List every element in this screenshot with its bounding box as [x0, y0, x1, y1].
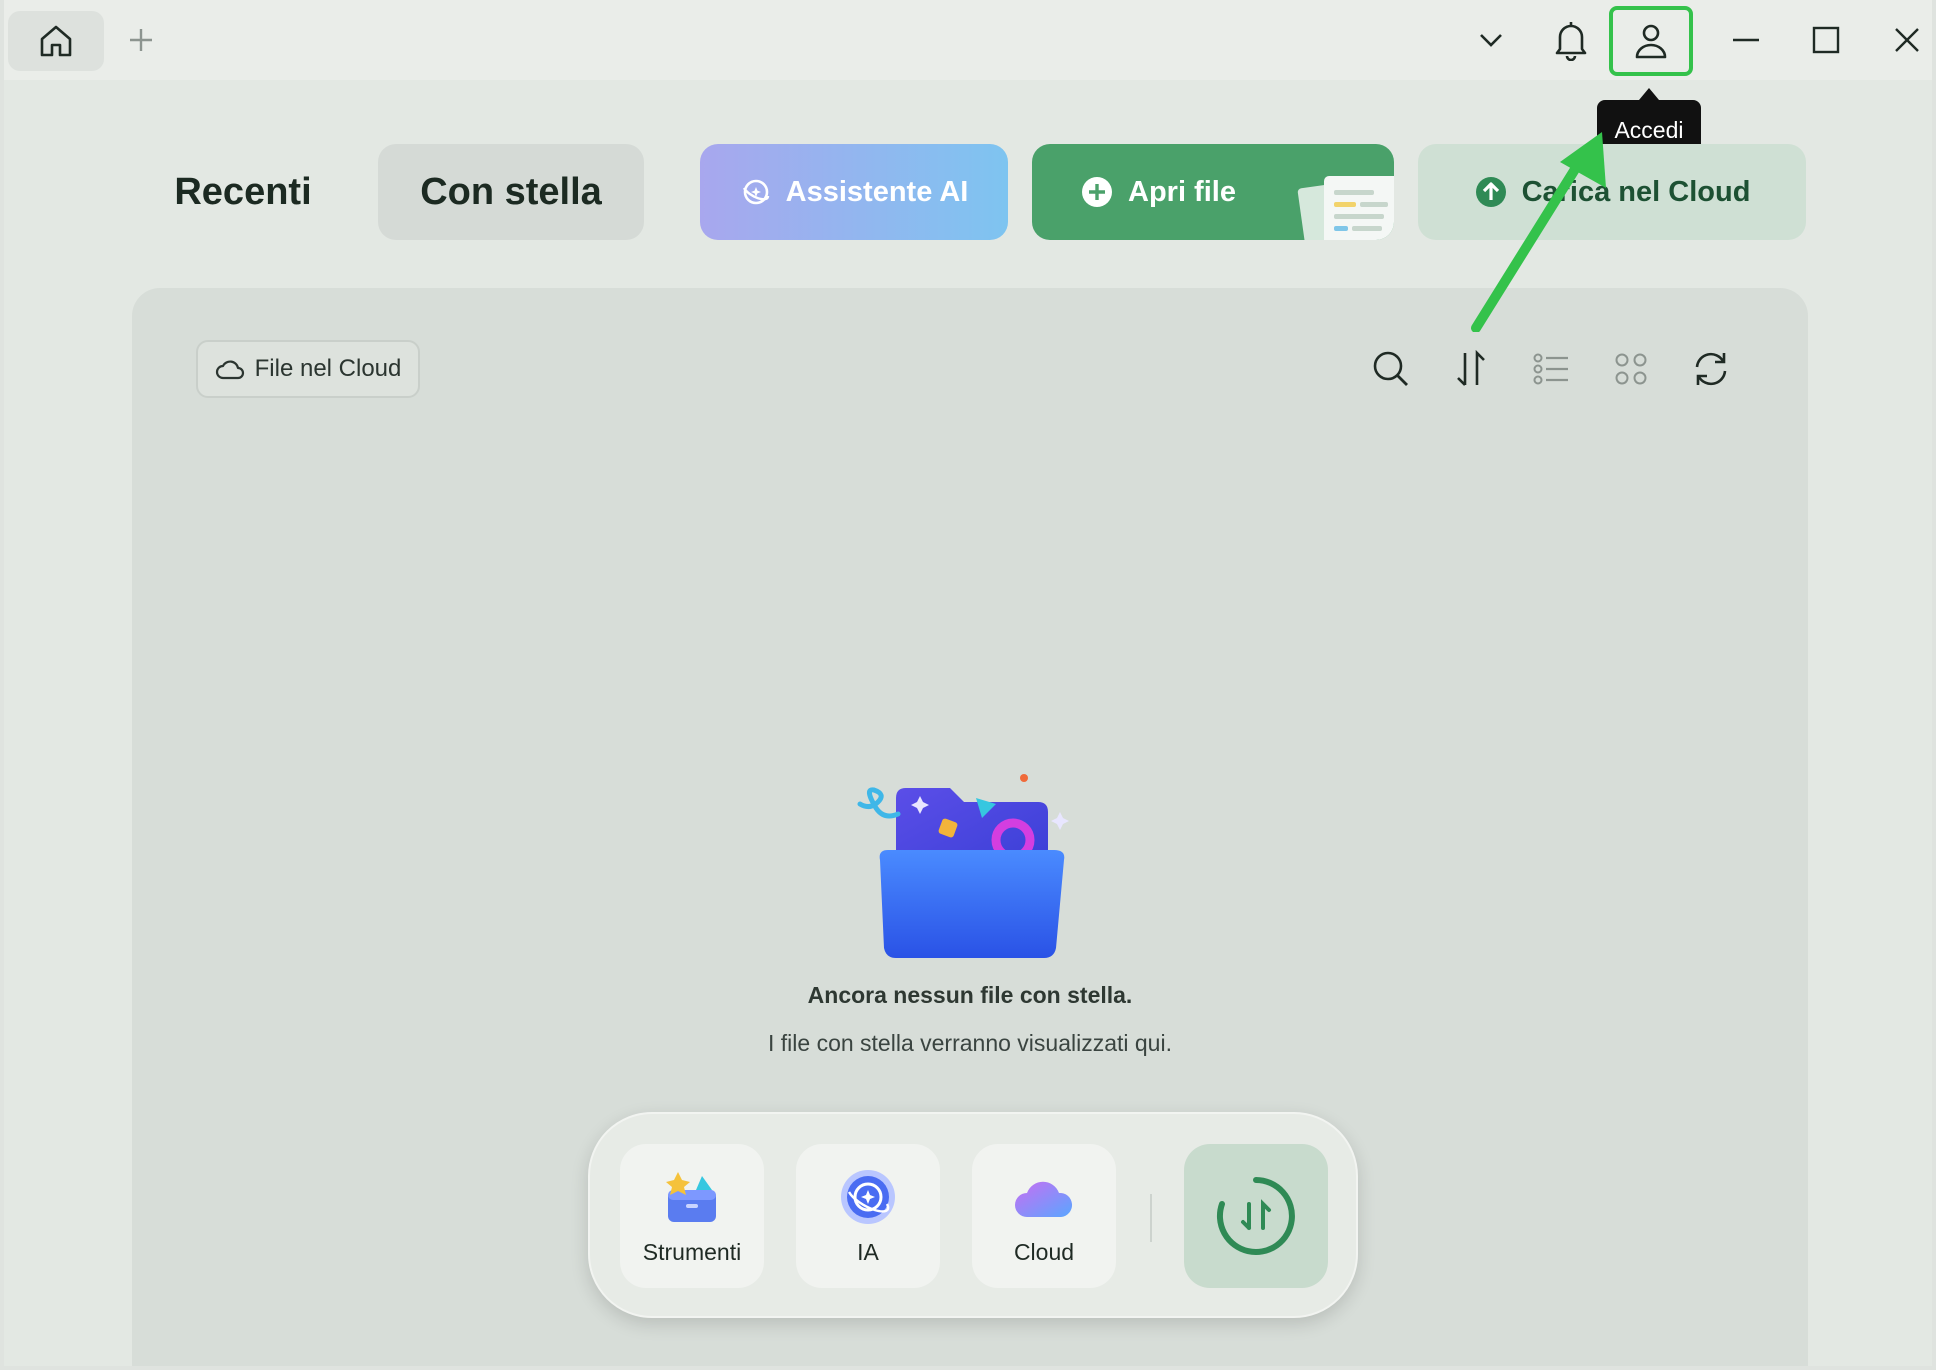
plus-icon: [130, 29, 152, 51]
search-button[interactable]: [1366, 344, 1416, 394]
close-button[interactable]: [1882, 15, 1932, 65]
ai-assistant-label: Assistente AI: [785, 175, 969, 208]
tab-con-stella[interactable]: Con stella: [378, 144, 644, 240]
account-button[interactable]: [1609, 6, 1693, 76]
minimize-icon: [1733, 38, 1759, 42]
maximize-button[interactable]: [1801, 15, 1851, 65]
ai-assistant-icon: [740, 176, 772, 208]
cloud-icon: [1013, 1167, 1075, 1227]
dock-divider: [1150, 1194, 1152, 1242]
annotation-arrow-icon: [1471, 132, 1606, 332]
ai-icon: [839, 1167, 897, 1227]
list-view-icon: [1533, 353, 1568, 385]
cloud-files-filter[interactable]: File nel Cloud: [196, 340, 420, 398]
home-tab[interactable]: [8, 11, 104, 71]
dock-label-cloud: Cloud: [1013, 1238, 1075, 1265]
dock-label-ia: IA: [857, 1238, 879, 1265]
cloud-outline-icon: [215, 357, 245, 381]
grid-view-icon: [1615, 353, 1647, 385]
open-file-button[interactable]: Apri file: [1032, 144, 1394, 240]
cloud-files-label: File nel Cloud: [254, 355, 402, 382]
ai-assistant-button[interactable]: Assistente AI: [700, 144, 1008, 240]
dock-sync-button[interactable]: [1184, 1144, 1328, 1288]
user-icon: [1635, 24, 1667, 59]
sort-button[interactable]: [1446, 344, 1496, 394]
tab-recenti[interactable]: Recenti: [128, 144, 358, 240]
maximize-icon: [1812, 26, 1840, 54]
minimize-button[interactable]: [1721, 15, 1771, 65]
tabs-dropdown-button[interactable]: [1466, 15, 1516, 65]
dock-label-strumenti: Strumenti: [642, 1238, 742, 1265]
list-view-button[interactable]: [1526, 344, 1576, 394]
app-window: Accedi Recenti Con stella Assistente AI …: [4, 0, 1932, 1366]
dock-item-strumenti[interactable]: Strumenti: [620, 1144, 764, 1288]
empty-state-subtitle: I file con stella verranno visualizzati …: [768, 1030, 1172, 1056]
dock-item-cloud[interactable]: Cloud: [972, 1144, 1116, 1288]
bell-icon: [1555, 22, 1587, 61]
bottom-dock: Strumenti IA Cloud: [588, 1112, 1358, 1318]
sort-icon: [1457, 349, 1485, 386]
title-bar: [4, 0, 1932, 80]
refresh-button[interactable]: [1686, 344, 1736, 394]
chevron-down-icon: [1480, 34, 1502, 47]
search-icon: [1373, 351, 1408, 386]
dock-item-ia[interactable]: IA: [796, 1144, 940, 1288]
home-icon: [40, 25, 72, 57]
grid-view-button[interactable]: [1606, 344, 1656, 394]
sync-icon: [1217, 1177, 1295, 1255]
document-illustration-icon: [1297, 176, 1394, 240]
empty-state-title: Ancora nessun file con stella.: [807, 982, 1133, 1008]
add-circle-icon: [1080, 175, 1114, 209]
refresh-icon: [1695, 352, 1727, 386]
close-icon: [1895, 28, 1919, 52]
new-tab-button[interactable]: [116, 15, 166, 65]
toolbox-icon: [664, 1167, 720, 1227]
empty-folder-illustration: [857, 774, 1069, 958]
open-file-label: Apri file: [1128, 175, 1236, 208]
notifications-button[interactable]: [1546, 15, 1596, 65]
